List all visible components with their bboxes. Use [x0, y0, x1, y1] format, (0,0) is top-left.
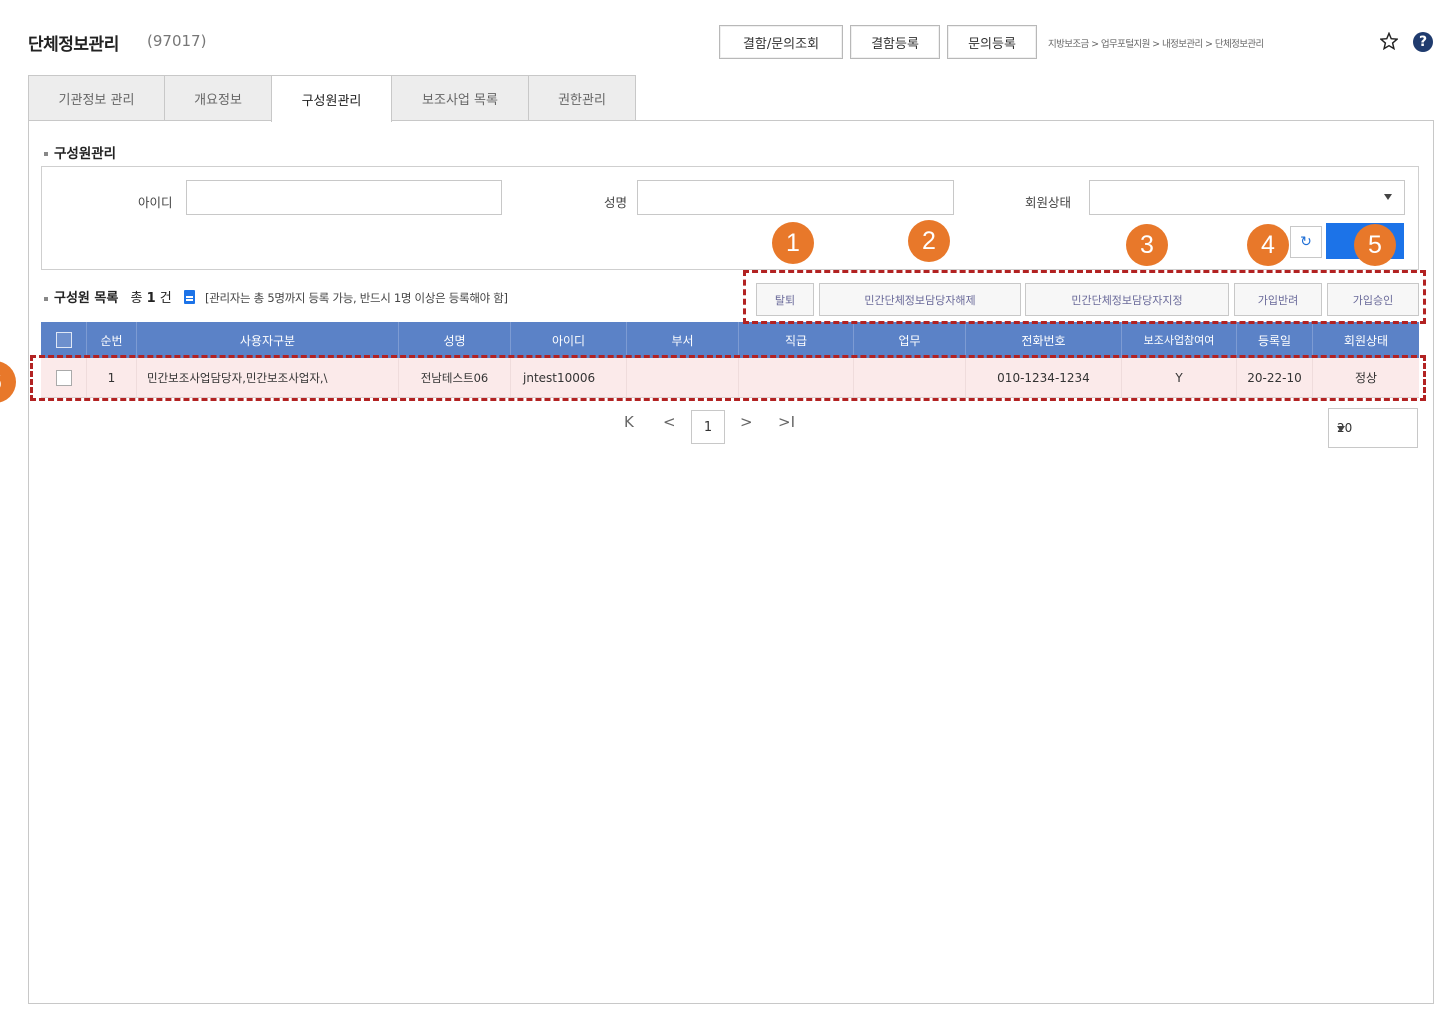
callout-badge-1: 1 [772, 222, 814, 264]
col-header: 부서 [627, 322, 739, 358]
bullet-icon [44, 296, 48, 301]
bullet-icon [44, 152, 48, 156]
col-header: 전화번호 [966, 322, 1122, 358]
help-icon[interactable]: ? [1413, 32, 1433, 52]
col-header: 성명 [399, 322, 511, 358]
defect-register-button[interactable]: 결함등록 [850, 25, 940, 59]
select-all-checkbox[interactable] [55, 332, 72, 348]
tab-overview[interactable]: 개요정보 [164, 75, 272, 121]
id-input[interactable] [186, 180, 502, 215]
callout-badge-5: 5 [1354, 224, 1396, 266]
member-list-title: 구성원 목록 [54, 291, 119, 306]
reset-button[interactable]: ↻ [1290, 226, 1322, 258]
favorite-star-icon[interactable] [1380, 32, 1398, 50]
last-page-button[interactable]: >I [778, 413, 795, 431]
search-section-title: 구성원관리 [44, 142, 116, 162]
col-header: 직급 [739, 322, 854, 358]
col-header: 아이디 [511, 322, 627, 358]
col-header: 보조사업참여여 [1122, 322, 1237, 358]
count-prefix: 총 [130, 291, 143, 306]
admin-notice: [관리자는 총 5명까지 등록 가능, 반드시 1명 이상은 등록해야 함] [205, 291, 508, 305]
col-header: 회원상태 [1343, 333, 1389, 348]
id-label: 아이디 [138, 195, 173, 210]
col-header: 등록일 [1237, 322, 1313, 358]
page-title: 단체정보관리 [28, 35, 119, 55]
col-header: 사용자구분 [137, 322, 399, 358]
tab-institution-info[interactable]: 기관정보 관리 [28, 75, 165, 121]
chevron-down-icon [1384, 194, 1392, 200]
next-page-button[interactable]: > [740, 413, 753, 431]
col-header: 업무 [854, 322, 966, 358]
page-code: (97017) [147, 32, 207, 50]
refresh-icon: ↻ [1300, 234, 1312, 250]
inquiry-register-button[interactable]: 문의등록 [947, 25, 1037, 59]
col-header: 순번 [87, 322, 137, 358]
status-label: 회원상태 [1025, 195, 1072, 210]
member-count: 1 [146, 291, 156, 306]
tab-permissions[interactable]: 권한관리 [528, 75, 636, 121]
page-size-select[interactable]: 20 [1328, 408, 1418, 448]
current-page[interactable]: 1 [691, 410, 725, 444]
first-page-button[interactable]: K [624, 413, 634, 431]
tab-subsidy-projects[interactable]: 보조사업 목록 [391, 75, 529, 121]
name-label: 성명 [604, 195, 628, 210]
name-input[interactable] [637, 180, 954, 215]
callout-badge-3: 3 [1126, 224, 1168, 266]
action-buttons-highlight [743, 270, 1426, 324]
count-suffix: 건 [159, 291, 172, 306]
status-select[interactable] [1089, 180, 1405, 215]
tab-members[interactable]: 구성원관리 [271, 75, 392, 122]
grid-header: 순번 사용자구분 성명 아이디 부서 직급 업무 전화번호 보조사업참여여 등록… [41, 322, 1419, 358]
defect-inquiry-lookup-button[interactable]: 결함/문의조회 [719, 25, 843, 59]
member-list-header: 구성원 목록 총 1 건 [관리자는 총 5명까지 등록 가능, 반드시 1명 … [44, 287, 508, 306]
breadcrumb: 지방보조금 > 업무포털지원 > 내정보관리 > 단체정보관리 [1048, 39, 1264, 50]
prev-page-button[interactable]: < [663, 413, 676, 431]
select-all-checkbox-cell[interactable] [41, 322, 87, 358]
callout-badge-4: 4 [1247, 224, 1289, 266]
document-icon [183, 290, 195, 304]
callout-badge-6: 6 [0, 361, 16, 403]
chevron-down-icon [1337, 426, 1345, 432]
row-highlight [30, 355, 1426, 401]
callout-badge-2: 2 [908, 220, 950, 262]
